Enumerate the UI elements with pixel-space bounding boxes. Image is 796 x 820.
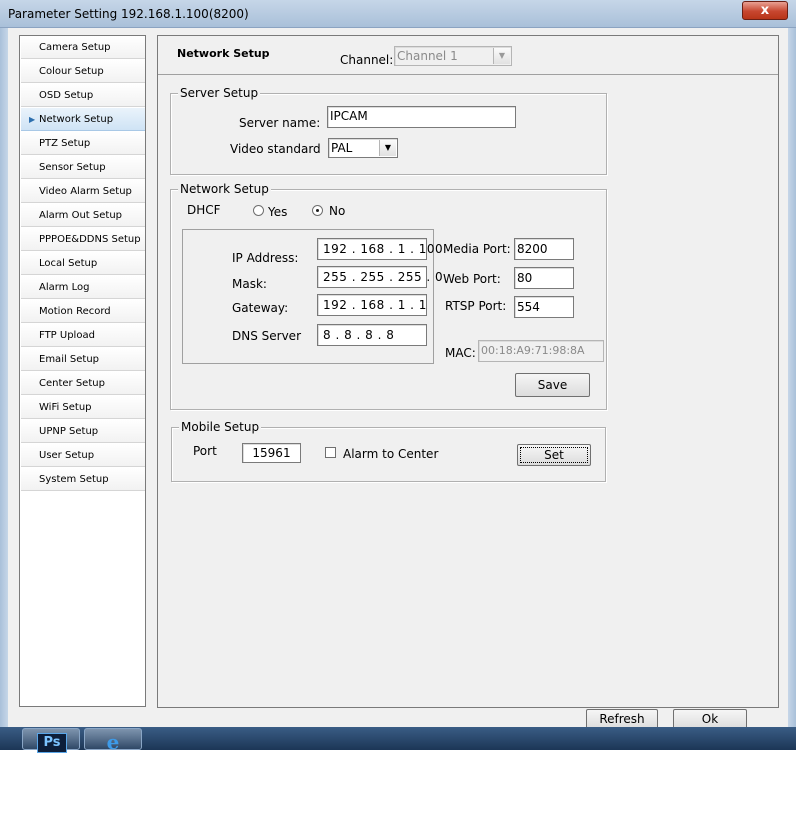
- rtsp-port-input[interactable]: 554: [514, 296, 574, 318]
- ip-address-label: IP Address:: [232, 251, 299, 265]
- mask-label: Mask:: [232, 277, 267, 291]
- chevron-down-icon: ▼: [379, 140, 396, 156]
- chevron-down-icon: ▼: [493, 48, 510, 64]
- ip-address-input[interactable]: 192 . 168 . 1 . 100: [317, 238, 443, 260]
- window-frame-right: [788, 28, 796, 750]
- video-standard-select[interactable]: PAL ▼: [328, 138, 398, 158]
- set-button[interactable]: Set: [517, 444, 591, 466]
- sidebar-item-upnp-setup[interactable]: UPNP Setup: [21, 420, 145, 443]
- mobile-port-input[interactable]: 15961: [242, 443, 301, 463]
- sidebar-item-video-alarm-setup[interactable]: Video Alarm Setup: [21, 180, 145, 203]
- taskbar-ie-button[interactable]: e: [84, 728, 142, 754]
- settings-sidebar: Camera Setup Colour Setup OSD Setup ▶ Net…: [19, 35, 146, 707]
- media-port-input[interactable]: 8200: [514, 238, 574, 260]
- web-port-input[interactable]: 80: [514, 267, 574, 289]
- mobile-port-label: Port: [193, 444, 217, 458]
- window-title: Parameter Setting 192.168.1.100(8200): [8, 7, 249, 21]
- server-name-input[interactable]: IPCAM: [327, 106, 516, 128]
- sidebar-item-user-setup[interactable]: User Setup: [21, 444, 145, 467]
- close-icon: x: [760, 3, 770, 18]
- mask-input[interactable]: 255 . 255 . 255 . 0: [317, 266, 443, 288]
- sidebar-item-sensor-setup[interactable]: Sensor Setup: [21, 156, 145, 179]
- selected-arrow-icon: ▶: [29, 115, 36, 124]
- close-button[interactable]: x: [742, 1, 788, 20]
- dns-server-label: DNS Server: [232, 329, 301, 343]
- sidebar-item-network-setup[interactable]: ▶ Network Setup: [21, 108, 145, 131]
- dhcp-yes-radio[interactable]: [253, 205, 264, 216]
- gateway-input[interactable]: 192 . 168 . 1 . 1: [317, 294, 427, 316]
- sidebar-item-local-setup[interactable]: Local Setup: [21, 252, 145, 275]
- page-title: Network Setup: [177, 47, 270, 60]
- sidebar-item-alarm-out-setup[interactable]: Alarm Out Setup: [21, 204, 145, 227]
- sidebar-item-system-setup[interactable]: System Setup: [21, 468, 145, 491]
- video-standard-label: Video standard: [230, 142, 321, 156]
- sidebar-item-pppoe-ddns-setup[interactable]: PPPOE&DDNS Setup: [21, 228, 145, 251]
- rtsp-port-label: RTSP Port:: [445, 299, 507, 313]
- channel-select[interactable]: Channel 1 ▼: [394, 46, 512, 66]
- photoshop-icon: Ps: [37, 733, 67, 753]
- sidebar-item-center-setup[interactable]: Center Setup: [21, 372, 145, 395]
- taskbar-photoshop-button[interactable]: Ps: [22, 728, 80, 753]
- server-setup-title: Server Setup: [178, 86, 261, 100]
- sidebar-item-camera-setup[interactable]: Camera Setup: [21, 36, 145, 59]
- dhcp-label: DHCF: [187, 203, 221, 217]
- sidebar-item-ptz-setup[interactable]: PTZ Setup: [21, 132, 145, 155]
- sidebar-item-motion-record[interactable]: Motion Record: [21, 300, 145, 323]
- web-port-label: Web Port:: [443, 272, 501, 286]
- dhcp-yes-label: Yes: [268, 205, 288, 219]
- save-button[interactable]: Save: [515, 373, 590, 397]
- dhcp-no-radio[interactable]: [312, 205, 323, 216]
- alarm-to-center-label: Alarm to Center: [343, 447, 439, 461]
- dns-server-input[interactable]: 8 . 8 . 8 . 8: [317, 324, 427, 346]
- media-port-label: Media Port:: [443, 242, 511, 256]
- dhcp-no-label: No: [329, 204, 346, 218]
- sidebar-item-wifi-setup[interactable]: WiFi Setup: [21, 396, 145, 419]
- header-divider: [158, 74, 778, 75]
- sidebar-item-colour-setup[interactable]: Colour Setup: [21, 60, 145, 83]
- sidebar-item-email-setup[interactable]: Email Setup: [21, 348, 145, 371]
- window-frame-left: [0, 28, 8, 750]
- sidebar-item-alarm-log[interactable]: Alarm Log: [21, 276, 145, 299]
- sidebar-item-ftp-upload[interactable]: FTP Upload: [21, 324, 145, 347]
- channel-label: Channel:: [340, 53, 394, 67]
- mac-label: MAC:: [445, 346, 476, 360]
- alarm-to-center-checkbox[interactable]: [325, 447, 336, 458]
- server-name-label: Server name:: [239, 116, 321, 130]
- mobile-setup-title: Mobile Setup: [179, 420, 262, 434]
- taskbar: Ps e: [0, 727, 796, 754]
- internet-explorer-icon: e: [106, 730, 120, 754]
- mac-address-field: 00:18:A9:71:98:8A: [478, 340, 604, 362]
- network-setup-title: Network Setup: [178, 182, 271, 196]
- gateway-label: Gateway:: [232, 301, 289, 315]
- sidebar-item-osd-setup[interactable]: OSD Setup: [21, 84, 145, 107]
